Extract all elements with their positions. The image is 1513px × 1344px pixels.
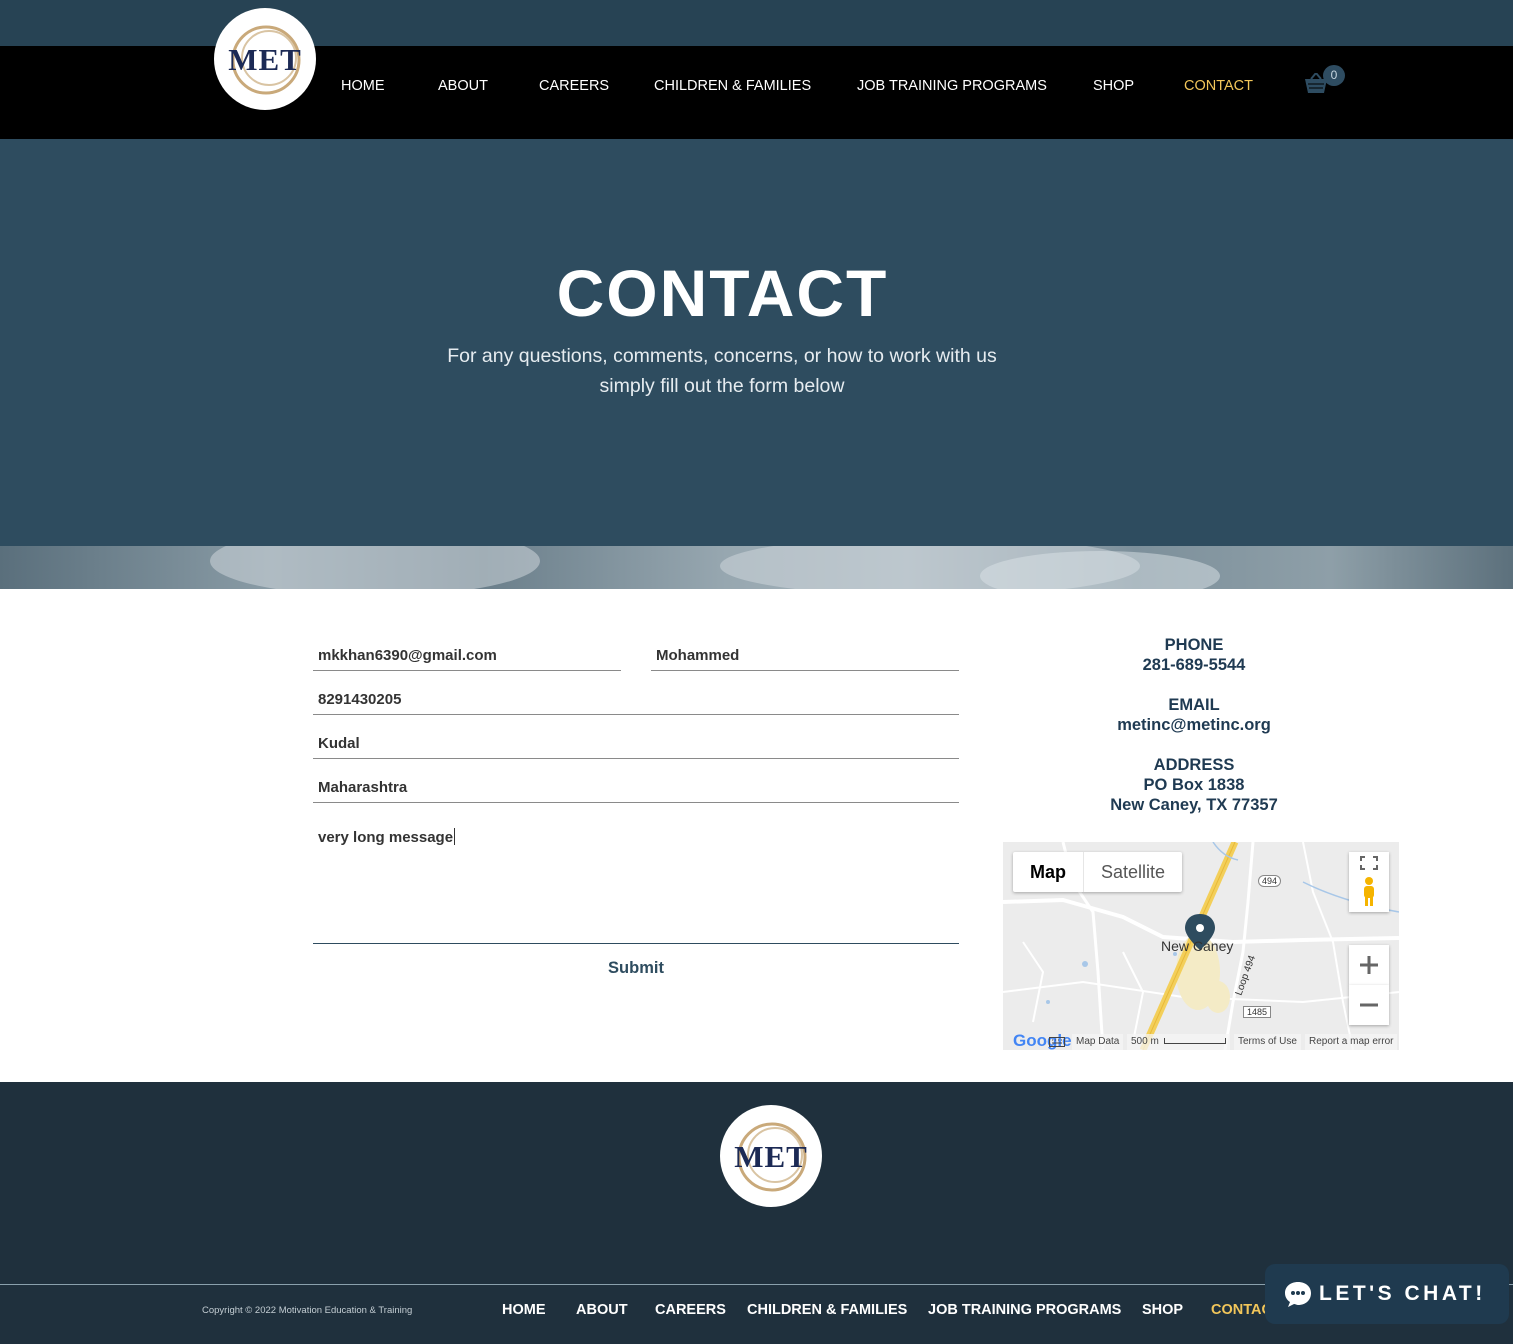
phone-label: PHONE [1164,636,1224,654]
city-field[interactable]: Kudal [313,727,959,759]
site-logo[interactable]: MET [214,8,316,110]
map-type-map[interactable]: Map [1013,852,1083,892]
chat-widget-button[interactable]: LET'S CHAT! [1265,1264,1509,1324]
first-name-value: Mohammed [656,647,740,664]
city-value: Kudal [318,735,360,752]
map-type-control: Map Satellite [1013,852,1183,892]
phone-number[interactable]: 281-689-5544 [1043,655,1345,675]
state-field[interactable]: Maharashtra [313,771,959,803]
map-road-494: 494 [1258,875,1282,887]
terms-of-use-link[interactable]: Terms of Use [1234,1034,1301,1050]
map-fullscreen-pegman [1349,852,1389,912]
email-field[interactable]: mkkhan6390@gmail.com [313,639,621,671]
fullscreen-icon[interactable] [1360,856,1378,870]
nav-children-families[interactable]: CHILDREN & FAMILIES [654,78,811,94]
nav-home[interactable]: HOME [341,78,385,94]
google-logo: Google [1013,1031,1072,1050]
email-address[interactable]: metinc@metinc.org [1043,715,1345,735]
map-place-label: New Caney [1161,938,1234,954]
logo-text: MET [228,42,302,77]
footer-nav-careers[interactable]: CAREERS [655,1302,726,1318]
zoom-in-button[interactable] [1349,945,1389,985]
footer-nav-about[interactable]: ABOUT [576,1302,628,1318]
nav-careers[interactable]: CAREERS [539,78,609,94]
cart-count-badge: 0 [1323,65,1345,86]
nav-about[interactable]: ABOUT [438,78,488,94]
footer-nav-shop[interactable]: SHOP [1142,1302,1183,1318]
scale-bar [1163,1038,1226,1045]
nav-contact[interactable]: CONTACT [1184,78,1253,94]
address-label: ADDRESS [1153,756,1235,774]
message-value: very long message [318,829,454,846]
phone-value: 8291430205 [318,691,402,708]
map-road-1485: 1485 [1243,1006,1272,1018]
copyright-text: Copyright © 2022 Motivation Education & … [202,1305,413,1316]
minus-icon [1360,1003,1378,1007]
page-title: CONTACT [556,256,889,330]
submit-button[interactable]: Submit [313,953,959,983]
plus-icon [1360,956,1378,974]
google-map[interactable]: New Caney 494 Loop 494 1485 Map Satellit… [1003,842,1399,1050]
chat-label: LET'S CHAT! [1319,1282,1486,1305]
address-line1: PO Box 1838 [1143,776,1245,794]
keyboard-icon[interactable] [1045,1034,1065,1050]
street-view-pegman-icon[interactable] [1361,876,1377,908]
report-map-error-link[interactable]: Report a map error [1305,1034,1398,1050]
hero-section: CONTACT For any questions, comments, con… [0,139,1513,546]
state-value: Maharashtra [318,779,408,796]
footer-nav-job-training[interactable]: JOB TRAINING PROGRAMS [928,1302,1121,1318]
email-label: EMAIL [1168,696,1220,714]
footer-nav-home[interactable]: HOME [502,1302,546,1318]
page-subtitle: For any questions, comments, concerns, o… [447,345,997,397]
map-scale: 500 m [1127,1034,1230,1050]
message-textarea[interactable]: very long message [313,817,959,944]
map-type-satellite[interactable]: Satellite [1083,852,1182,892]
chat-bubble-icon [1285,1282,1311,1307]
nav-shop[interactable]: SHOP [1093,78,1134,94]
nav-job-training[interactable]: JOB TRAINING PROGRAMS [857,78,1047,94]
first-name-field[interactable]: Mohammed [651,639,959,671]
zoom-out-button[interactable] [1349,985,1389,1025]
hands-photo-band [0,546,1513,589]
cart-button[interactable]: 0 [1302,64,1350,98]
phone-field[interactable]: 8291430205 [313,683,959,715]
footer-logo-text: MET [734,1139,808,1174]
email-value: mkkhan6390@gmail.com [318,647,497,664]
text-caret [454,828,456,845]
map-scale-label: 500 m [1131,1036,1159,1047]
footer-nav-children-families[interactable]: CHILDREN & FAMILIES [747,1302,907,1318]
address-line2: New Caney, TX 77357 [1110,796,1278,814]
footer-logo[interactable]: MET [720,1105,822,1207]
map-data-link[interactable]: Map Data [1072,1034,1124,1050]
